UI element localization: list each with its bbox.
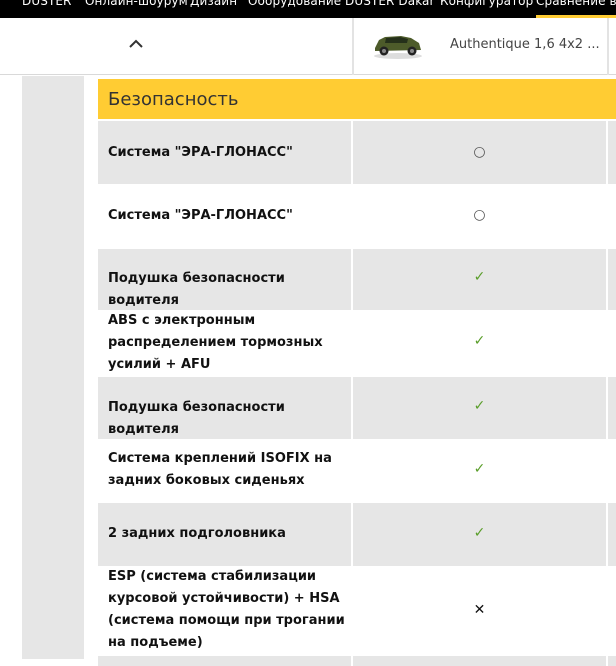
value-cell: ✓: [353, 439, 606, 502]
feature-label: Система "ЭРА-ГЛОНАСС": [108, 208, 293, 223]
feature-cell: 2 задних подголовника: [98, 503, 351, 566]
next-column-edge: [608, 503, 616, 566]
feature-label: 2 задних подголовника: [108, 526, 286, 541]
feature-label: Подушка безопасности водителя: [108, 271, 285, 308]
feature-cell: ESP (система стабилизации курсовой устой…: [98, 566, 351, 656]
feature-cell: [98, 656, 351, 666]
value-cell: ○: [353, 121, 606, 184]
nav-item-dakar[interactable]: DUSTER Dakar: [345, 0, 435, 8]
optional-circle-icon: ○: [473, 207, 486, 223]
optional-circle-icon: ○: [473, 144, 486, 160]
column-divider: [607, 18, 609, 75]
nav-item-equipment[interactable]: Оборудование: [248, 0, 341, 8]
value-cell: ✓: [353, 249, 606, 310]
next-column-edge: [608, 310, 616, 376]
collapse-button[interactable]: [118, 30, 154, 60]
table-row: Подушка безопасности водителя ✓: [98, 249, 616, 310]
feature-cell: Система "ЭРА-ГЛОНАСС": [98, 184, 351, 247]
next-column-edge: [608, 121, 616, 184]
next-column-edge: [608, 184, 616, 247]
feature-label: Система "ЭРА-ГЛОНАСС": [108, 145, 293, 160]
feature-cell: Подушка безопасности водителя: [98, 249, 351, 310]
car-thumbnail-icon: [374, 36, 422, 59]
top-navigation: DUSTER Онлайн-шоурум Дизайн Оборудование…: [0, 0, 616, 18]
checkmark-icon: ✓: [473, 525, 486, 541]
feature-cell: Система креплений ISOFIX на задних боков…: [98, 439, 351, 502]
next-column-edge: [608, 566, 616, 656]
value-cell: ✓: [353, 310, 606, 376]
feature-cell: Подушка безопасности водителя: [98, 377, 351, 439]
column-divider: [352, 18, 354, 75]
nav-item-compare-versions[interactable]: Сравнение версий: [536, 0, 616, 8]
next-column-edge: [608, 377, 616, 439]
section-title: Безопасность: [108, 89, 239, 110]
gutter: [84, 76, 98, 659]
next-column-edge: [608, 439, 616, 502]
nav-item-design[interactable]: Дизайн: [190, 0, 237, 8]
table-row: Подушка безопасности водителя ✓: [98, 377, 616, 439]
nav-item-showroom[interactable]: Онлайн-шоурум: [85, 0, 188, 8]
next-column-edge: [608, 656, 616, 666]
table-row: Система креплений ISOFIX на задних боков…: [98, 439, 616, 502]
feature-cell: ABS с электронным распределением тормозн…: [98, 310, 351, 376]
left-sidebar-column: [22, 76, 84, 659]
feature-cell: Система "ЭРА-ГЛОНАСС": [98, 121, 351, 184]
table-row: Система "ЭРА-ГЛОНАСС" ○: [98, 121, 616, 184]
table-row: [98, 656, 616, 666]
value-cell: ✓: [353, 503, 606, 566]
feature-label: ABS с электронным распределением тормозн…: [108, 313, 323, 372]
next-column-edge: [608, 249, 616, 310]
table-row: 2 задних подголовника ✓: [98, 503, 616, 566]
nav-item-duster[interactable]: DUSTER: [22, 0, 72, 8]
value-cell: ✓: [353, 377, 606, 439]
feature-label: ESP (система стабилизации курсовой устой…: [108, 569, 345, 650]
value-cell: [353, 656, 606, 666]
car-version-label[interactable]: Authentique 1,6 4x2 ...: [450, 37, 600, 52]
table-row: ESP (система стабилизации курсовой устой…: [98, 566, 616, 656]
table-row: ABS с электронным распределением тормозн…: [98, 310, 616, 376]
checkmark-icon: ✓: [473, 398, 486, 414]
compare-header: Authentique 1,6 4x2 ...: [0, 18, 616, 75]
value-cell: ○: [353, 184, 606, 247]
feature-label: Подушка безопасности водителя: [108, 400, 285, 437]
cross-icon: ✕: [473, 602, 486, 618]
chevron-up-icon: [129, 39, 143, 48]
checkmark-icon: ✓: [473, 333, 486, 349]
checkmark-icon: ✓: [473, 461, 486, 477]
value-cell: ✕: [353, 566, 606, 656]
table-row: Система "ЭРА-ГЛОНАСС" ○: [98, 184, 616, 247]
feature-label: Система креплений ISOFIX на задних боков…: [108, 451, 332, 488]
section-header-safety[interactable]: Безопасность: [98, 79, 616, 119]
checkmark-icon: ✓: [473, 269, 486, 285]
nav-item-configurator[interactable]: Конфигуратор: [440, 0, 533, 8]
